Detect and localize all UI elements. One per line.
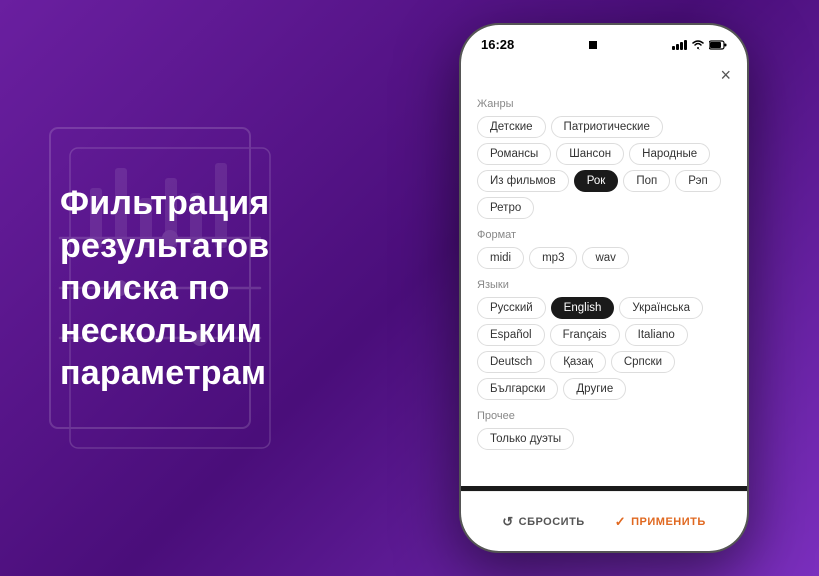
other-label: Прочее [477, 410, 731, 422]
tag-из-фильмов[interactable]: Из фильмов [477, 170, 569, 192]
status-time: 16:28 [481, 37, 514, 52]
tag-только-дуэты[interactable]: Только дуэты [477, 428, 574, 450]
languages-tags: Русский English Українська Español Franç… [477, 297, 731, 400]
main-title: Фильтрация результатов поиска по несколь… [60, 182, 370, 395]
phone-frame: 16:28 [459, 23, 749, 553]
battery-icon [709, 40, 727, 50]
reset-label: СБРОСИТЬ [519, 516, 585, 528]
section-other: Прочее Только дуэты [477, 410, 731, 450]
tag-русский[interactable]: Русский [477, 297, 546, 319]
phone-container: 16:28 [459, 23, 749, 553]
signal-icon [672, 40, 687, 50]
phone-bottom-bar: ↺ СБРОСИТЬ ✓ ПРИМЕНИТЬ [461, 491, 747, 551]
tag-романсы[interactable]: Романсы [477, 143, 551, 165]
wifi-icon [691, 40, 705, 50]
tag-english[interactable]: English [551, 297, 615, 319]
genres-tags: Детские Патриотические Романсы Шансон На… [477, 116, 731, 219]
format-tags: midi mp3 wav [477, 247, 731, 269]
genres-label: Жанры [477, 98, 731, 110]
tag-српски[interactable]: Српски [611, 351, 675, 373]
tag-другие[interactable]: Другие [563, 378, 626, 400]
reset-button[interactable]: ↺ СБРОСИТЬ [502, 514, 584, 530]
left-content: Фильтрация результатов поиска по несколь… [60, 182, 370, 395]
other-tags: Только дуэты [477, 428, 731, 450]
tag-midi[interactable]: midi [477, 247, 524, 269]
tag-deutsch[interactable]: Deutsch [477, 351, 545, 373]
tag-wav[interactable]: wav [582, 247, 628, 269]
section-languages: Языки Русский English Українська Español… [477, 279, 731, 400]
reset-icon: ↺ [502, 514, 513, 530]
tag-патриотические[interactable]: Патриотические [551, 116, 663, 138]
tag-italiano[interactable]: Italiano [625, 324, 688, 346]
format-label: Формат [477, 229, 731, 241]
apply-label: ПРИМЕНИТЬ [631, 516, 706, 528]
section-genres: Жанры Детские Патриотические Романсы Шан… [477, 98, 731, 219]
tag-български[interactable]: Български [477, 378, 558, 400]
tag-народные[interactable]: Народные [629, 143, 710, 165]
tag-español[interactable]: Español [477, 324, 545, 346]
apply-icon: ✓ [615, 514, 626, 530]
phone-content[interactable]: × Жанры Детские Патриотические Романсы Ш… [461, 58, 747, 486]
tag-mp3[interactable]: mp3 [529, 247, 577, 269]
camera-dot [589, 41, 597, 49]
tag-шансон[interactable]: Шансон [556, 143, 624, 165]
tag-поп[interactable]: Поп [623, 170, 670, 192]
tag-қазақ[interactable]: Қазақ [550, 351, 606, 373]
status-icons [672, 40, 727, 50]
section-format: Формат midi mp3 wav [477, 229, 731, 269]
tag-français[interactable]: Français [550, 324, 620, 346]
apply-button[interactable]: ✓ ПРИМЕНИТЬ [615, 514, 706, 530]
tag-українська[interactable]: Українська [619, 297, 703, 319]
close-button[interactable]: × [720, 66, 731, 84]
close-row: × [477, 58, 731, 88]
tag-ретро[interactable]: Ретро [477, 197, 534, 219]
tag-рэп[interactable]: Рэп [675, 170, 721, 192]
tag-детские[interactable]: Детские [477, 116, 546, 138]
tag-рок[interactable]: Рок [574, 170, 619, 192]
status-bar: 16:28 [461, 25, 747, 58]
languages-label: Языки [477, 279, 731, 291]
